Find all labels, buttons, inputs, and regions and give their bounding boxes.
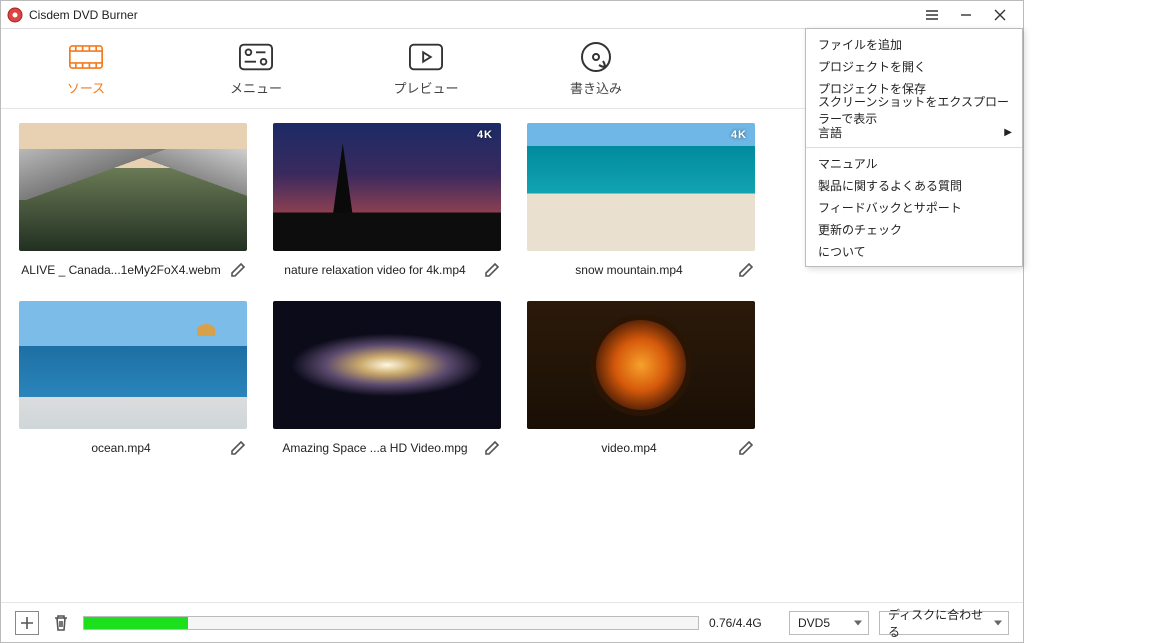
- tab-label: ソース: [67, 78, 105, 97]
- video-filename: ALIVE _ Canada...1eMy2FoX4.webm: [19, 263, 223, 277]
- hamburger-button[interactable]: [915, 1, 949, 29]
- menu-check-update[interactable]: 更新のチェック: [806, 218, 1022, 240]
- window-title: Cisdem DVD Burner: [29, 8, 138, 22]
- tab-label: プレビュー: [393, 78, 458, 97]
- video-filename: video.mp4: [527, 441, 731, 455]
- hamburger-icon: [925, 8, 939, 22]
- add-button[interactable]: [15, 611, 39, 635]
- video-item[interactable]: 4K nature relaxation video for 4k.mp4: [273, 123, 501, 283]
- trash-icon: [53, 614, 69, 632]
- video-item[interactable]: 4K snow mountain.mp4: [527, 123, 755, 283]
- edit-button[interactable]: [737, 261, 755, 279]
- tab-preview[interactable]: プレビュー: [341, 29, 511, 108]
- edit-button[interactable]: [229, 439, 247, 457]
- video-thumbnail[interactable]: [527, 301, 755, 429]
- edit-button[interactable]: [483, 261, 501, 279]
- capacity-bar: [83, 616, 699, 630]
- disc-burn-icon: [579, 40, 613, 74]
- hamburger-menu: ファイルを追加 プロジェクトを開く プロジェクトを保存 スクリーンショットをエク…: [805, 28, 1023, 267]
- tab-label: メニュー: [230, 78, 282, 97]
- pencil-icon: [484, 262, 500, 278]
- pencil-icon: [738, 262, 754, 278]
- video-item[interactable]: ocean.mp4: [19, 301, 247, 461]
- app-icon: [7, 7, 23, 23]
- menu-editor-icon: [239, 40, 273, 74]
- video-item[interactable]: Amazing Space ...a HD Video.mpg: [273, 301, 501, 461]
- film-icon: [69, 40, 103, 74]
- pencil-icon: [230, 440, 246, 456]
- menu-faq[interactable]: 製品に関するよくある質問: [806, 174, 1022, 196]
- bottom-bar: 0.76/4.4G DVD5 ディスクに合わせる: [1, 602, 1023, 642]
- tab-source[interactable]: ソース: [1, 29, 171, 108]
- menu-add-file[interactable]: ファイルを追加: [806, 33, 1022, 55]
- video-thumbnail[interactable]: 4K: [527, 123, 755, 251]
- titlebar: Cisdem DVD Burner: [1, 1, 1023, 29]
- app-window: Cisdem DVD Burner ソース メニュー: [0, 0, 1024, 643]
- menu-manual[interactable]: マニュアル: [806, 152, 1022, 174]
- video-thumbnail[interactable]: [19, 123, 247, 251]
- menu-open-project[interactable]: プロジェクトを開く: [806, 55, 1022, 77]
- close-button[interactable]: [983, 1, 1017, 29]
- delete-button[interactable]: [49, 611, 73, 635]
- tab-label: 書き込み: [570, 78, 622, 97]
- minimize-icon: [960, 9, 972, 21]
- menu-screenshot-explorer[interactable]: スクリーンショットをエクスプローラーで表示: [806, 99, 1022, 121]
- fit-mode-value: ディスクに合わせる: [888, 606, 988, 640]
- pencil-icon: [484, 440, 500, 456]
- menu-separator: [806, 147, 1022, 148]
- video-filename: ocean.mp4: [19, 441, 223, 455]
- play-icon: [409, 40, 443, 74]
- capacity-label: 0.76/4.4G: [709, 616, 779, 630]
- tab-burn[interactable]: 書き込み: [511, 29, 681, 108]
- edit-button[interactable]: [737, 439, 755, 457]
- pencil-icon: [230, 262, 246, 278]
- menu-about[interactable]: について: [806, 240, 1022, 262]
- minimize-button[interactable]: [949, 1, 983, 29]
- quality-badge: 4K: [477, 129, 493, 141]
- edit-button[interactable]: [483, 439, 501, 457]
- menu-feedback[interactable]: フィードバックとサポート: [806, 196, 1022, 218]
- plus-icon: [20, 616, 34, 630]
- chevron-right-icon: ▶: [1004, 127, 1012, 138]
- edit-button[interactable]: [229, 261, 247, 279]
- video-filename: Amazing Space ...a HD Video.mpg: [273, 441, 477, 455]
- disc-type-value: DVD5: [798, 616, 830, 630]
- menu-language-label: 言語: [818, 124, 842, 141]
- video-item[interactable]: video.mp4: [527, 301, 755, 461]
- menu-language[interactable]: 言語 ▶: [806, 121, 1022, 143]
- tab-menu[interactable]: メニュー: [171, 29, 341, 108]
- video-thumbnail[interactable]: 4K: [273, 123, 501, 251]
- video-item[interactable]: ALIVE _ Canada...1eMy2FoX4.webm: [19, 123, 247, 283]
- pencil-icon: [738, 440, 754, 456]
- fit-mode-select[interactable]: ディスクに合わせる: [879, 611, 1009, 635]
- video-filename: snow mountain.mp4: [527, 263, 731, 277]
- video-thumbnail[interactable]: [19, 301, 247, 429]
- quality-badge: 4K: [731, 129, 747, 141]
- disc-type-select[interactable]: DVD5: [789, 611, 869, 635]
- video-thumbnail[interactable]: [273, 301, 501, 429]
- close-icon: [994, 9, 1006, 21]
- capacity-fill: [84, 617, 188, 629]
- video-filename: nature relaxation video for 4k.mp4: [273, 263, 477, 277]
